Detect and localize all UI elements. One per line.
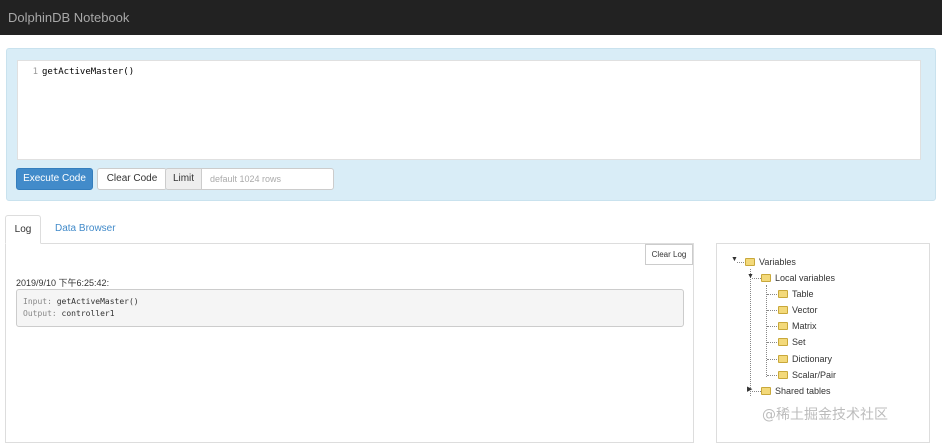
execute-code-button[interactable]: Execute Code: [16, 168, 93, 190]
folder-icon: [761, 274, 771, 282]
folder-icon: [778, 306, 788, 314]
log-input-key: Input:: [23, 297, 52, 306]
line-number: 1: [32, 67, 38, 77]
tree-node-matrix[interactable]: Matrix: [778, 319, 817, 333]
log-input-value: getActiveMaster(): [56, 297, 139, 306]
folder-icon: [745, 258, 755, 266]
code-line[interactable]: getActiveMaster(): [42, 67, 134, 77]
expand-icon[interactable]: ▶: [747, 386, 752, 394]
tree-connector: [766, 285, 767, 377]
tree-node-variables[interactable]: Variables: [745, 255, 796, 269]
collapse-icon[interactable]: ▼: [747, 273, 754, 281]
tree-connector: [752, 391, 761, 392]
tree-node-local-variables[interactable]: Local variables: [761, 271, 835, 285]
log-entry: Input: getActiveMaster() Output: control…: [16, 289, 684, 327]
tab-bar: Log Data Browser: [5, 215, 695, 244]
folder-icon: [761, 387, 771, 395]
tree-node-scalar-pair[interactable]: Scalar/Pair: [778, 368, 836, 382]
folder-icon: [778, 322, 788, 330]
folder-icon: [778, 338, 788, 346]
app-title[interactable]: DolphinDB Notebook: [8, 10, 129, 25]
log-output-value: controller1: [61, 309, 115, 318]
folder-icon: [778, 290, 788, 298]
log-panel: Clear Log 2019/9/10 下午6:25:42: Input: ge…: [5, 243, 694, 443]
limit-label: Limit: [165, 168, 202, 190]
tab-log[interactable]: Log: [5, 215, 41, 244]
editor-panel: 1 getActiveMaster() Execute Code Clear C…: [6, 48, 936, 201]
code-editor[interactable]: 1 getActiveMaster(): [17, 60, 921, 160]
tab-data-browser[interactable]: Data Browser: [45, 215, 126, 244]
clear-code-button[interactable]: Clear Code: [97, 168, 167, 190]
tree-node-set[interactable]: Set: [778, 335, 806, 349]
tree-connector: [767, 375, 777, 376]
tree-node-shared-tables[interactable]: Shared tables: [761, 384, 831, 398]
tree-connector: [767, 310, 777, 311]
tree-connector: [750, 269, 751, 396]
log-timestamp: 2019/9/10 下午6:25:42:: [16, 278, 110, 288]
tree-connector: [767, 294, 777, 295]
log-input-line: Input: getActiveMaster(): [23, 296, 677, 308]
collapse-icon[interactable]: ▼: [731, 256, 738, 264]
tree-node-table[interactable]: Table: [778, 287, 814, 301]
log-output-key: Output:: [23, 309, 57, 318]
watermark: @稀土掘金技术社区: [762, 407, 888, 423]
tree-connector: [767, 326, 777, 327]
top-navbar: DolphinDB Notebook: [0, 0, 942, 35]
folder-icon: [778, 371, 788, 379]
tree-node-vector[interactable]: Vector: [778, 303, 818, 317]
log-output-line: Output: controller1: [23, 308, 677, 320]
tree-node-dictionary[interactable]: Dictionary: [778, 352, 832, 366]
tree-connector: [767, 359, 777, 360]
clear-log-button[interactable]: Clear Log: [645, 244, 693, 265]
folder-icon: [778, 355, 788, 363]
tree-connector: [767, 342, 777, 343]
limit-input[interactable]: [201, 168, 334, 190]
